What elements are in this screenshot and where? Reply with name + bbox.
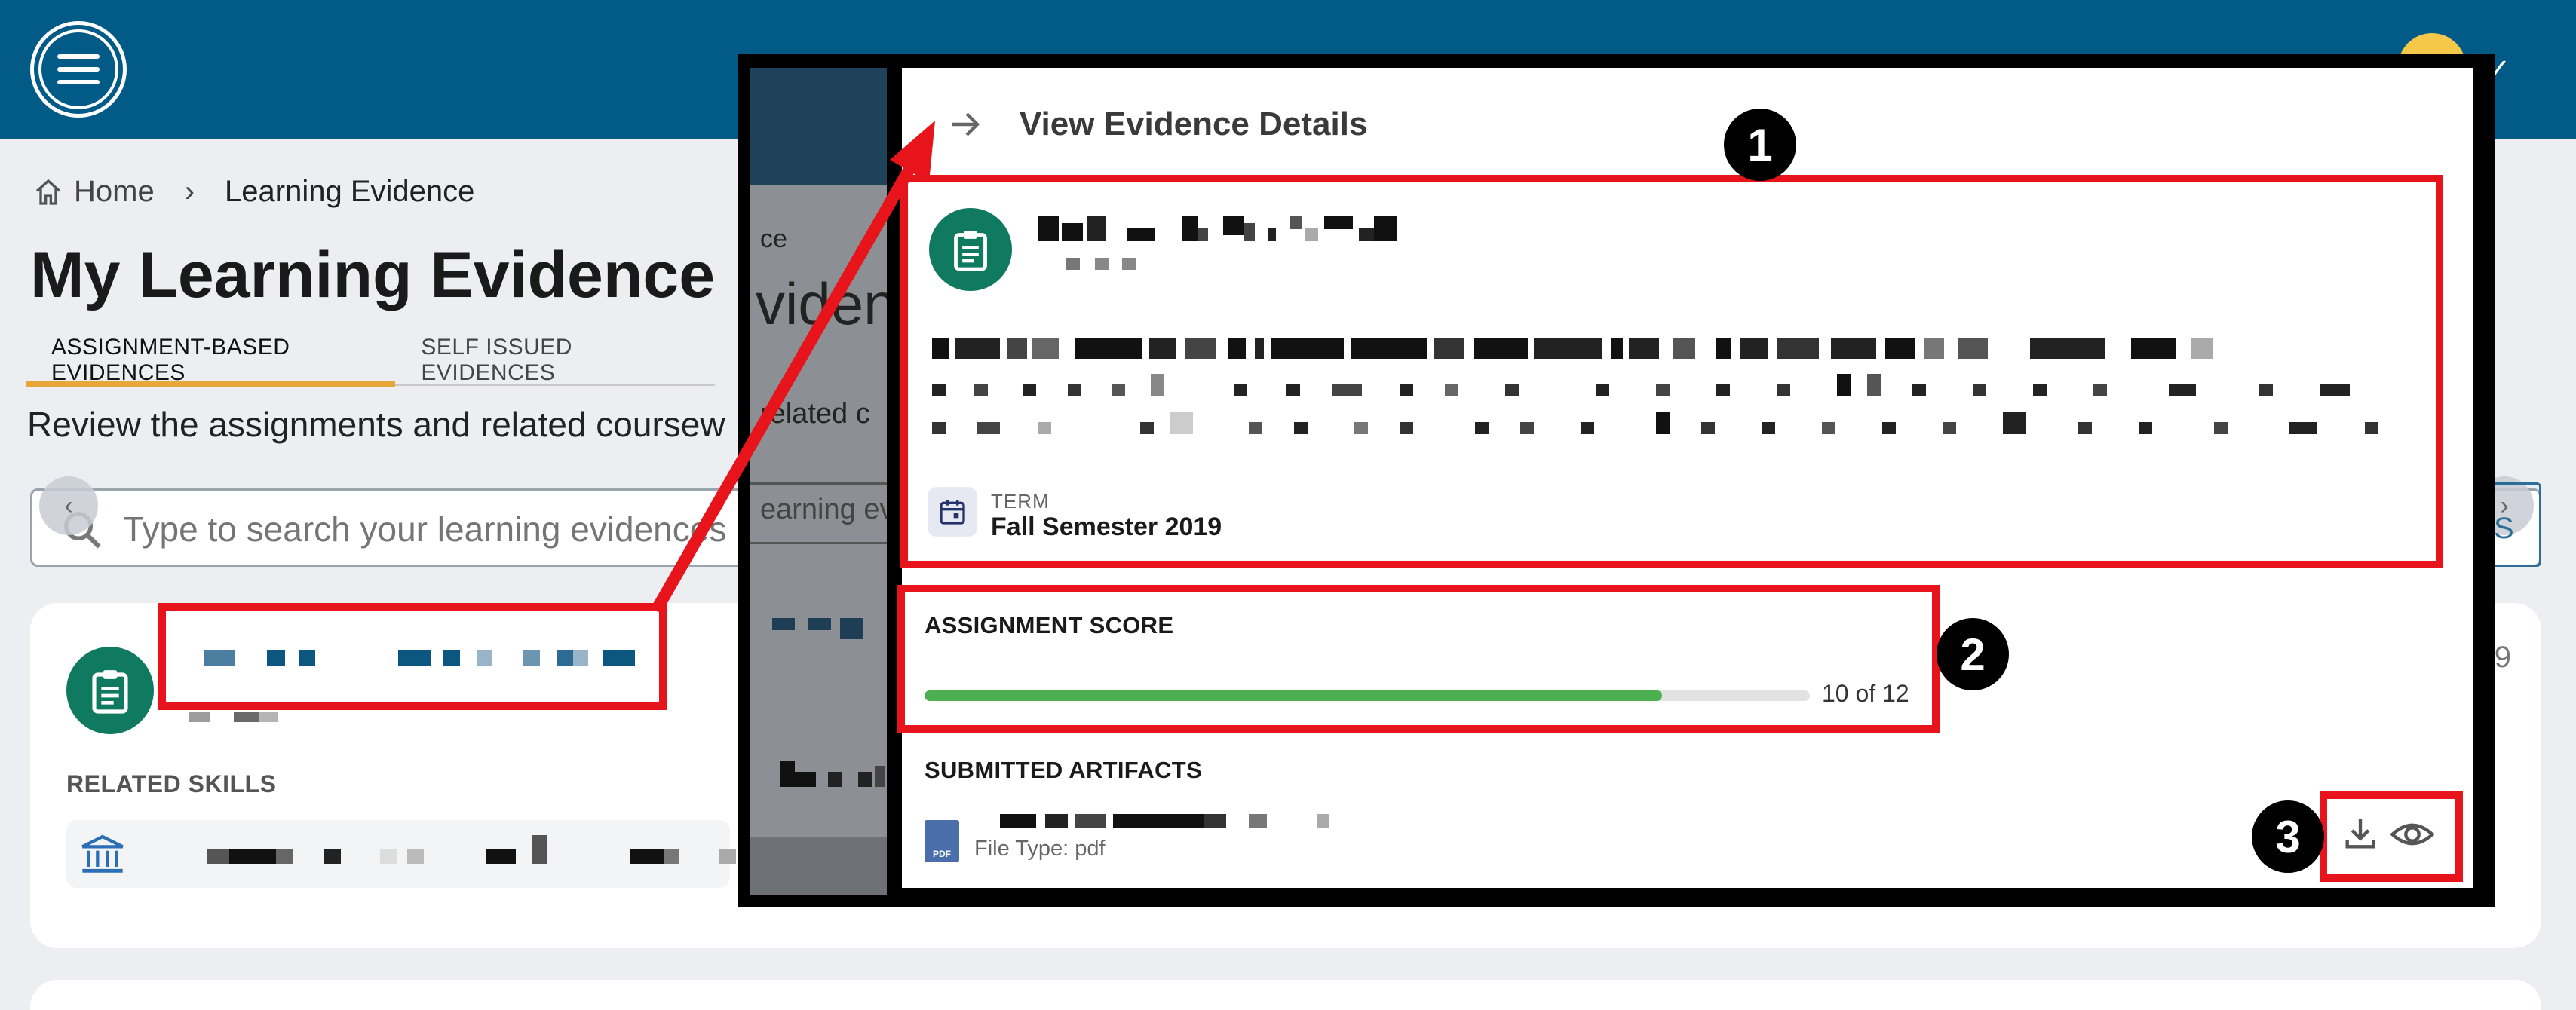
bg-fragment-4: earning evi xyxy=(760,494,887,525)
redacted-artifact-name[interactable] xyxy=(1000,814,1332,832)
home-icon xyxy=(35,179,61,205)
breadcrumb: Home › Learning Evidence xyxy=(33,175,474,209)
related-skills-label: RELATED SKILLS xyxy=(66,770,277,797)
callout-2: 2 xyxy=(1937,618,2009,690)
bg-fragment-2: videnc xyxy=(756,271,887,337)
menu-icon xyxy=(57,54,100,84)
annotation-box-card-title xyxy=(158,603,667,710)
bank-icon xyxy=(81,834,124,873)
bg-fragment-1: ce xyxy=(760,225,787,253)
bg-fragment-3: related c xyxy=(760,398,870,430)
arrow-right-icon[interactable] xyxy=(947,106,983,142)
chevron-right-icon: › xyxy=(184,175,195,208)
menu-button[interactable] xyxy=(30,21,127,118)
breadcrumb-home-link[interactable]: Home xyxy=(74,175,155,209)
evidence-card-2[interactable] xyxy=(30,980,2541,1010)
callout-3: 3 xyxy=(2252,800,2324,873)
evidence-avatar xyxy=(66,647,154,734)
dimmed-background-region: ce videnc related c earning evi xyxy=(750,68,887,895)
breadcrumb-current: Learning Evidence xyxy=(225,175,475,208)
evidence-tabs: ASSIGNMENT-BASED EVIDENCES SELF ISSUED E… xyxy=(26,324,715,387)
intro-text: Review the assignments and related cours… xyxy=(27,405,725,444)
search-input[interactable] xyxy=(123,503,802,556)
page-title: My Learning Evidence xyxy=(30,239,716,311)
panel-header: View Evidence Details xyxy=(947,98,1367,151)
tab-self-issued[interactable]: SELF ISSUED EVIDENCES xyxy=(395,324,715,386)
panel-title: View Evidence Details xyxy=(1020,106,1368,142)
redacted-skill-name xyxy=(207,835,736,867)
tab-assignment-based[interactable]: ASSIGNMENT-BASED EVIDENCES xyxy=(26,324,396,387)
annotation-box-evidence-info xyxy=(900,175,2443,568)
annotation-box-score xyxy=(897,585,1940,733)
callout-1: 1 xyxy=(1724,109,1796,181)
file-type: File Type: pdf xyxy=(974,837,1106,861)
submitted-artifacts-label: SUBMITTED ARTIFACTS xyxy=(925,757,1202,783)
carousel-prev-button[interactable]: ‹ xyxy=(39,476,98,535)
pdf-file-icon: PDF xyxy=(925,820,959,862)
annotation-box-artifact-actions xyxy=(2320,791,2463,882)
clipboard-icon xyxy=(92,670,128,714)
redacted-bg-title xyxy=(772,618,885,641)
evidence-count: 9 xyxy=(2494,641,2511,674)
pdf-badge-text: PDF xyxy=(933,849,951,859)
redacted-bg-skill xyxy=(780,761,885,788)
skill-chip[interactable] xyxy=(66,820,736,888)
